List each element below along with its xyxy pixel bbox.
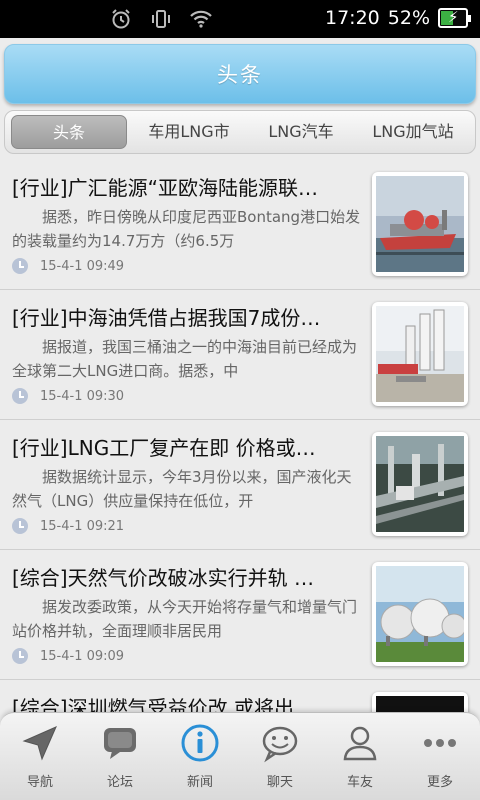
news-time: 15-4-1 09:30 <box>40 388 125 404</box>
info-icon <box>178 721 222 765</box>
nav-label: 新闻 <box>186 775 213 790</box>
app-screen: 17:20 52% ⚡ 头条 头条 车用LNG市 LNG汽车 LNG加气站 [行… <box>0 0 480 800</box>
category-tabs: 头条 车用LNG市 LNG汽车 LNG加气站 <box>4 110 476 154</box>
nav-label: 论坛 <box>106 775 133 790</box>
news-summary: 据数据统计显示，今年3月份以来，国产液化天然气（LNG）供应量保持在低位，开 <box>12 468 352 510</box>
alarm-icon <box>108 6 134 32</box>
news-meta: 15-4-1 09:30 <box>12 388 124 404</box>
wifi-icon <box>188 6 214 32</box>
charging-bolt-icon: ⚡ <box>448 8 459 26</box>
news-thumbnail[interactable] <box>372 432 468 536</box>
news-summary: 据发改委政策，从今天开始将存量气和增量气门站价格并轨，全面理顺非居民用 <box>12 598 358 640</box>
news-meta: 15-4-1 09:21 <box>12 518 124 534</box>
navigation-arrow-icon <box>18 721 62 765</box>
list-item[interactable]: [综合]深圳燃气受益价改 或将出… <box>0 680 480 715</box>
gas-spheres-image <box>376 566 464 662</box>
list-item[interactable]: [行业]广汇能源“亚欧海陆能源联… 据悉，昨日傍晚从印度尼西亚Bontang港口… <box>0 160 480 290</box>
list-item[interactable]: [综合]天然气价改破冰实行并轨 … 据发改委政策，从今天开始将存量气和增量气门站… <box>0 550 480 680</box>
bottom-nav: 导航 论坛 新闻 聊天 车友 更多 <box>0 712 480 800</box>
battery-charging-icon: ⚡ <box>438 8 471 28</box>
page-title: 头条 <box>217 63 263 87</box>
news-summary: 据悉，昨日傍晚从印度尼西亚Bontang港口始发的装载量约为14.7万方（约6.… <box>12 208 361 250</box>
news-thumbnail[interactable] <box>372 172 468 276</box>
news-time: 15-4-1 09:21 <box>40 518 125 534</box>
battery-percent: 52% <box>387 7 430 29</box>
forum-bubble-icon <box>98 721 142 765</box>
news-meta: 15-4-1 09:09 <box>12 648 124 664</box>
vibrate-icon <box>148 6 174 32</box>
news-list[interactable]: [行业]广汇能源“亚欧海陆能源联… 据悉，昨日傍晚从印度尼西亚Bontang港口… <box>0 160 480 715</box>
nav-label: 导航 <box>26 775 53 790</box>
tab-lng-stations[interactable]: LNG加气站 <box>357 115 469 149</box>
list-item[interactable]: [行业]LNG工厂复产在即 价格或… 据数据统计显示，今年3月份以来，国产液化天… <box>0 420 480 550</box>
news-time: 15-4-1 09:49 <box>40 258 125 274</box>
news-title: [行业]LNG工厂复产在即 价格或… <box>12 436 316 460</box>
more-dots-icon <box>418 721 462 765</box>
news-thumbnail[interactable] <box>372 562 468 666</box>
page-title-bar: 头条 <box>4 44 476 104</box>
news-title: [综合]天然气价改破冰实行并轨 … <box>12 566 314 590</box>
lng-station-image <box>376 306 464 402</box>
tab-headlines[interactable]: 头条 <box>11 115 127 149</box>
list-item[interactable]: [行业]中海油凭借占据我国7成份… 据报道，我国三桶油之一的中海油目前已经成为全… <box>0 290 480 420</box>
nav-item-news[interactable]: 新闻 <box>160 713 240 800</box>
nav-item-forum[interactable]: 论坛 <box>80 713 160 800</box>
clock-icon <box>12 648 28 664</box>
news-meta: 15-4-1 09:49 <box>12 258 124 274</box>
nav-label: 车友 <box>346 775 373 790</box>
lng-plant-image <box>376 436 464 532</box>
lng-tanker-ship-image <box>376 176 464 272</box>
news-thumbnail[interactable] <box>372 302 468 406</box>
news-summary: 据报道，我国三桶油之一的中海油目前已经成为全球第二大LNG进口商。据悉，中 <box>12 338 358 380</box>
news-time: 15-4-1 09:09 <box>40 648 125 664</box>
tab-vehicle-lng-market[interactable]: 车用LNG市 <box>133 115 245 149</box>
clock-icon <box>12 258 28 274</box>
user-icon <box>338 721 382 765</box>
status-bar: 17:20 52% ⚡ <box>0 0 480 38</box>
nav-item-navigation[interactable]: 导航 <box>0 713 80 800</box>
nav-item-friends[interactable]: 车友 <box>320 713 400 800</box>
nav-item-chat[interactable]: 聊天 <box>240 713 320 800</box>
news-title: [行业]中海油凭借占据我国7成份… <box>12 306 321 330</box>
clock-icon <box>12 388 28 404</box>
status-right: 17:20 52% ⚡ <box>325 7 471 29</box>
chat-face-icon <box>258 721 302 765</box>
nav-label: 更多 <box>426 775 453 790</box>
tab-lng-vehicles[interactable]: LNG汽车 <box>245 115 357 149</box>
nav-label: 聊天 <box>266 775 293 790</box>
news-title: [行业]广汇能源“亚欧海陆能源联… <box>12 176 318 200</box>
nav-item-more[interactable]: 更多 <box>400 713 480 800</box>
status-icons <box>108 6 214 32</box>
clock-icon <box>12 518 28 534</box>
clock-time: 17:20 <box>325 7 380 29</box>
